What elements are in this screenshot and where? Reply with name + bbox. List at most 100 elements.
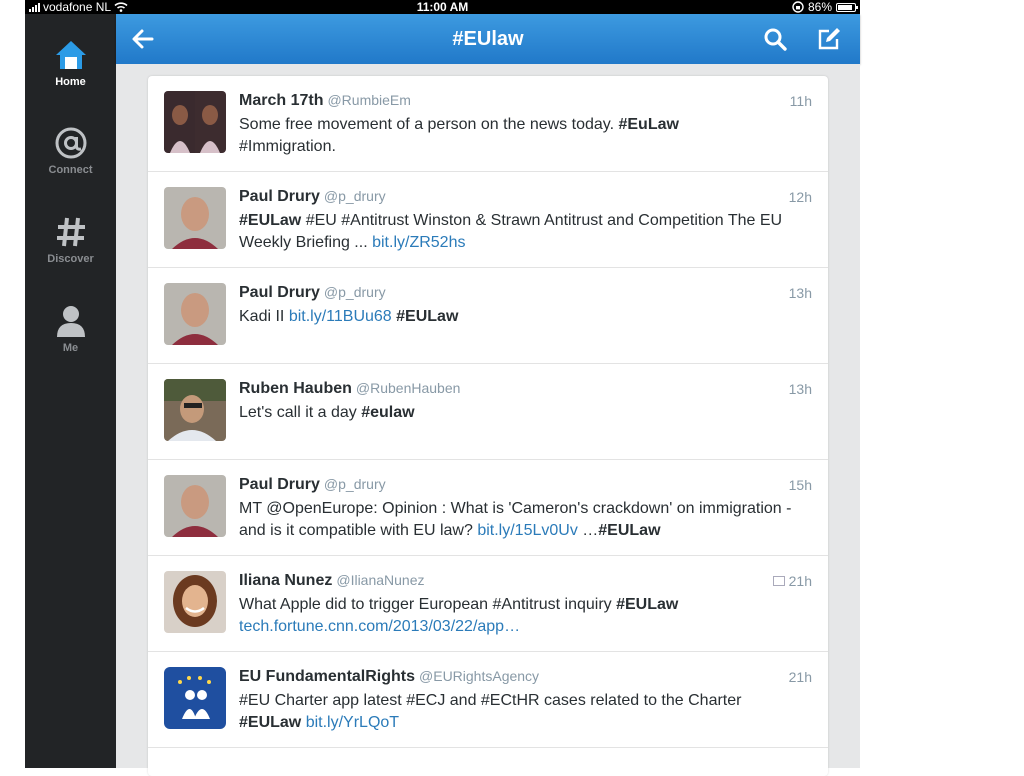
avatar-image bbox=[164, 667, 226, 729]
avatar-image bbox=[164, 571, 226, 633]
tweet-text: Let's call it a day #eulaw bbox=[239, 402, 811, 424]
tweet-timestamp: 21h bbox=[788, 573, 812, 589]
tweet-item[interactable]: March 17th @RumbieEm 11h Some free moveme… bbox=[148, 76, 828, 172]
tweet-text-segment: Some free movement of a person on the ne… bbox=[239, 116, 619, 133]
tweet-author[interactable]: March 17th @RumbieEm bbox=[239, 92, 411, 110]
status-time: 11:00 AM bbox=[416, 0, 469, 14]
tweet-text-segment: Let's call it a day bbox=[239, 404, 362, 421]
tweet-author[interactable]: Ruben Hauben @RubenHauben bbox=[239, 380, 460, 398]
tweet-link[interactable]: bit.ly/11BUu68 bbox=[289, 308, 392, 325]
avatar-image bbox=[164, 475, 226, 537]
tweet-author[interactable]: Paul Drury @p_drury bbox=[239, 284, 386, 302]
tweet-text-segment: #EU Charter app latest #ECJ and #ECtHR c… bbox=[239, 692, 742, 709]
avatar[interactable] bbox=[164, 379, 226, 441]
tweet-text-segment: #EU #Antitrust Winston & Strawn Antitrus… bbox=[239, 212, 783, 251]
avatar[interactable] bbox=[164, 667, 226, 729]
author-handle: @p_drury bbox=[323, 188, 386, 204]
hash-icon bbox=[56, 217, 85, 247]
tweet-author[interactable]: Paul Drury @p_drury bbox=[239, 476, 386, 494]
tweet-text: #EULaw #EU #Antitrust Winston & Strawn A… bbox=[239, 210, 811, 254]
tweet-text: Some free movement of a person on the ne… bbox=[239, 114, 811, 158]
tweet-link[interactable]: bit.ly/15Lv0Uv bbox=[477, 522, 578, 539]
tweet-item[interactable]: Ruben Hauben @RubenHauben 13h Let's call … bbox=[148, 364, 828, 460]
tweet-text-segment: What Apple did to trigger European #Anti… bbox=[239, 596, 617, 613]
author-handle: @IlianaNunez bbox=[336, 572, 425, 588]
tweet-time: 15h bbox=[789, 477, 812, 493]
search-icon[interactable] bbox=[762, 26, 788, 52]
tweet-timestamp: 15h bbox=[788, 477, 812, 493]
tweet-text-segment: Kadi II bbox=[239, 308, 289, 325]
nav-item-connect[interactable]: Connect bbox=[25, 126, 116, 176]
hashtag[interactable]: #EULaw bbox=[598, 522, 660, 539]
author-name: Paul Drury bbox=[239, 476, 320, 493]
nav-item-me[interactable]: Me bbox=[25, 304, 116, 354]
status-bar: vodafone NL 11:00 AM 86% bbox=[25, 0, 860, 14]
avatar-image bbox=[164, 91, 226, 153]
battery-percent: 86% bbox=[807, 0, 832, 14]
tweet-link[interactable]: bit.ly/ZR52hs bbox=[372, 234, 465, 251]
timeline-area: March 17th @RumbieEm 11h Some free moveme… bbox=[116, 64, 860, 776]
avatar-image bbox=[164, 379, 226, 441]
tweet-item[interactable]: Paul Drury @p_drury 13h Kadi II bit.ly/11… bbox=[148, 268, 828, 364]
avatar[interactable] bbox=[164, 475, 226, 537]
hashtag[interactable]: #EULaw bbox=[239, 714, 301, 731]
tweet-timestamp: 13h bbox=[788, 285, 812, 301]
tweet-time: 21h bbox=[772, 573, 812, 589]
tweet-link[interactable]: tech.fortune.cnn.com/2013/03/22/app… bbox=[239, 618, 520, 635]
tweet-time: 11h bbox=[790, 93, 812, 109]
tweet-author[interactable]: Iliana Nunez @IlianaNunez bbox=[239, 572, 425, 590]
person-icon bbox=[56, 306, 85, 337]
author-name: Paul Drury bbox=[239, 188, 320, 205]
tweet-text: Kadi II bit.ly/11BUu68 #EULaw bbox=[239, 306, 811, 328]
tweet-text: #EU Charter app latest #ECJ and #ECtHR c… bbox=[239, 690, 811, 734]
tweet-text-segment: #Immigration. bbox=[239, 138, 336, 155]
tweet-timestamp: 12h bbox=[788, 189, 812, 205]
tweet-item[interactable]: Paul Drury @p_drury 15h MT @OpenEurope: O… bbox=[148, 460, 828, 556]
tweet-text: What Apple did to trigger European #Anti… bbox=[239, 594, 811, 638]
tweet-time: 13h bbox=[789, 285, 812, 301]
author-name: Ruben Hauben bbox=[239, 380, 352, 397]
tweet-timestamp: 13h bbox=[788, 381, 812, 397]
nav-label-connect: Connect bbox=[48, 164, 93, 176]
tweet-time: 21h bbox=[789, 669, 812, 685]
avatar[interactable] bbox=[164, 571, 226, 633]
avatar[interactable] bbox=[164, 283, 226, 345]
hashtag[interactable]: #EULaw bbox=[239, 212, 301, 229]
side-navigation: Home Connect Discover Me bbox=[25, 14, 116, 768]
rotation-lock-icon bbox=[792, 1, 804, 13]
top-header: #EUlaw bbox=[116, 14, 860, 64]
tweet-author[interactable]: Paul Drury @p_drury bbox=[239, 188, 386, 206]
tweet-link[interactable]: bit.ly/YrLQoT bbox=[306, 714, 399, 731]
author-handle: @p_drury bbox=[323, 476, 386, 492]
tweet-item[interactable]: Paul Drury @p_drury 12h #EULaw #EU #Antit… bbox=[148, 172, 828, 268]
tweet-timestamp: 11h bbox=[789, 93, 812, 109]
avatar[interactable] bbox=[164, 91, 226, 153]
author-name: March 17th bbox=[239, 92, 324, 109]
tweet-text: MT @OpenEurope: Opinion : What is 'Camer… bbox=[239, 498, 811, 542]
page-title: #EUlaw bbox=[452, 28, 524, 50]
tweet-item[interactable]: EU FundamentalRights @EURightsAgency 21h … bbox=[148, 652, 828, 748]
nav-label-me: Me bbox=[62, 342, 79, 354]
hashtag[interactable]: #EuLaw bbox=[618, 116, 678, 133]
hashtag[interactable]: #EULaw bbox=[396, 308, 458, 325]
avatar-image bbox=[164, 187, 226, 249]
compose-icon[interactable] bbox=[816, 26, 842, 52]
nav-item-discover[interactable]: Discover bbox=[25, 215, 116, 265]
avatar[interactable] bbox=[164, 187, 226, 249]
at-icon bbox=[55, 127, 86, 159]
tweet-item[interactable]: Iliana Nunez @IlianaNunez 21h What Apple … bbox=[148, 556, 828, 652]
hashtag[interactable]: #eulaw bbox=[361, 404, 414, 421]
battery-icon bbox=[836, 2, 858, 12]
author-handle: @RumbieEm bbox=[327, 92, 411, 108]
tweet-author[interactable]: EU FundamentalRights @EURightsAgency bbox=[239, 668, 539, 686]
photo-icon bbox=[772, 576, 785, 586]
author-handle: @EURightsAgency bbox=[419, 668, 540, 684]
avatar-image bbox=[164, 283, 226, 345]
nav-item-home[interactable]: Home bbox=[25, 38, 116, 88]
tweet-list: March 17th @RumbieEm 11h Some free moveme… bbox=[148, 76, 828, 776]
author-handle: @RubenHauben bbox=[355, 380, 461, 396]
tweet-timestamp: 21h bbox=[788, 669, 812, 685]
tweet-time: 13h bbox=[789, 381, 812, 397]
hashtag[interactable]: #EULaw bbox=[616, 596, 678, 613]
status-right: 86% bbox=[792, 0, 858, 14]
